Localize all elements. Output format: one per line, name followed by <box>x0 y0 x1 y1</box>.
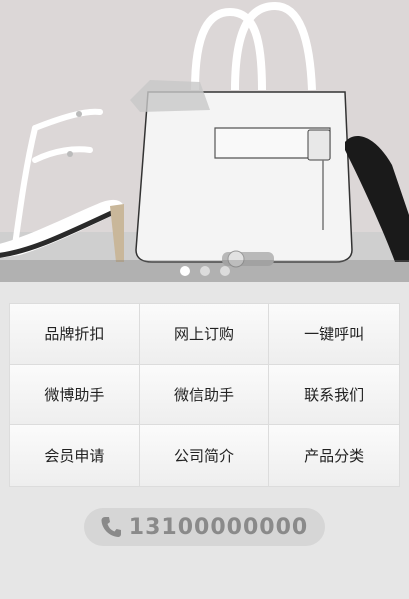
banner-image <box>0 0 409 282</box>
phone-number: 13100000000 <box>128 514 309 540</box>
menu-company-profile[interactable]: 公司简介 <box>139 425 270 486</box>
menu-brand-discount[interactable]: 品牌折扣 <box>10 304 140 365</box>
carousel-dot-2[interactable] <box>199 266 210 276</box>
hero-banner[interactable] <box>0 0 409 282</box>
menu-weibo-assistant[interactable]: 微博助手 <box>10 364 140 426</box>
menu-grid: 品牌折扣 网上订购 一键呼叫 微博助手 微信助手 联系我们 会员申请 公司简介 … <box>9 303 400 487</box>
menu-online-order[interactable]: 网上订购 <box>139 304 270 365</box>
menu-member-signup[interactable]: 会员申请 <box>10 425 140 486</box>
carousel-dot-3[interactable] <box>219 266 230 276</box>
carousel-dot-1[interactable] <box>179 266 190 276</box>
carousel-indicators[interactable] <box>0 266 409 276</box>
menu-contact-us[interactable]: 联系我们 <box>269 364 399 426</box>
menu-wechat-assistant[interactable]: 微信助手 <box>139 364 270 426</box>
call-phone-button[interactable]: 13100000000 <box>84 508 325 546</box>
menu-product-categories[interactable]: 产品分类 <box>269 425 399 486</box>
phone-icon <box>101 516 121 538</box>
menu-one-click-call[interactable]: 一键呼叫 <box>269 304 399 365</box>
